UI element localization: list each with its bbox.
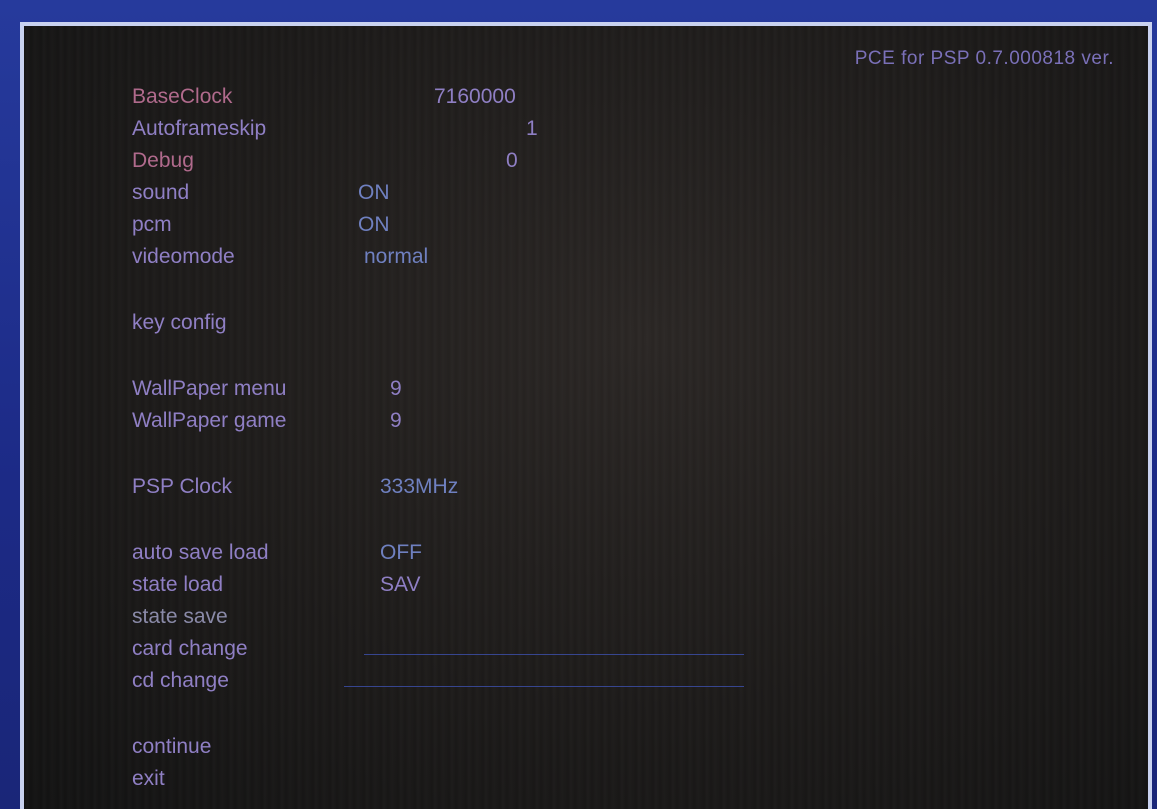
menu-item-videomode[interactable]: videomode normal — [132, 242, 792, 272]
menu-item-auto-save-load[interactable]: auto save load OFF — [132, 538, 792, 568]
menu-item-label: exit — [132, 767, 165, 790]
menu-item-label: BaseClock — [132, 85, 233, 108]
menu-item-label: WallPaper game — [132, 409, 287, 432]
menu-item-label: Debug — [132, 149, 194, 172]
menu-item-value: normal — [364, 245, 429, 268]
separator-line — [344, 686, 744, 687]
menu-item-wallpaper-game[interactable]: WallPaper game 9 — [132, 406, 792, 436]
menu-item-wallpaper-menu[interactable]: WallPaper menu 9 — [132, 374, 792, 404]
menu-item-autoframeskip[interactable]: Autoframeskip 1 — [132, 114, 792, 144]
menu-item-value: 1 — [526, 117, 538, 140]
menu-item-label: PSP Clock — [132, 475, 232, 498]
menu-item-state-save[interactable]: state save — [132, 602, 792, 632]
menu-item-label: state load — [132, 573, 224, 596]
menu-item-continue[interactable]: continue — [132, 732, 792, 762]
menu-item-sound[interactable]: sound ON — [132, 178, 792, 208]
menu-item-value: 0 — [506, 149, 518, 172]
menu-item-value: OFF — [380, 541, 422, 564]
menu-item-label: WallPaper menu — [132, 377, 287, 400]
menu-item-value: 9 — [390, 377, 402, 400]
separator-line — [364, 654, 744, 655]
menu-item-key-config[interactable]: key config — [132, 308, 792, 338]
menu-item-value: 9 — [390, 409, 402, 432]
menu-item-label: card change — [132, 637, 248, 660]
menu-item-value: 7160000 — [434, 85, 516, 108]
menu-item-pcm[interactable]: pcm ON — [132, 210, 792, 240]
menu-item-label: continue — [132, 735, 212, 758]
menu-item-debug[interactable]: Debug 0 — [132, 146, 792, 176]
menu-item-label: state save — [132, 605, 228, 628]
menu-item-value: ON — [358, 181, 390, 204]
menu-item-label: auto save load — [132, 541, 269, 564]
menu-item-baseclock[interactable]: BaseClock 7160000 — [132, 82, 792, 112]
menu-item-card-change[interactable]: card change — [132, 634, 792, 664]
menu-item-label: sound — [132, 181, 190, 204]
menu-item-label: cd change — [132, 669, 229, 692]
menu-item-value: ON — [358, 213, 390, 236]
menu-item-label: key config — [132, 311, 227, 334]
menu-item-exit[interactable]: exit — [132, 764, 792, 794]
menu-item-value: SAV — [380, 573, 421, 596]
menu-item-label: videomode — [132, 245, 235, 268]
menu-item-value: 333MHz — [380, 475, 459, 498]
menu-item-label: Autoframeskip — [132, 117, 267, 140]
settings-menu: BaseClock 7160000 Autoframeskip 1 Debug … — [24, 26, 1148, 809]
psp-frame: PCE for PSP 0.7.000818 ver. BaseClock 71… — [0, 0, 1157, 809]
menu-item-cd-change[interactable]: cd change — [132, 666, 792, 696]
menu-item-state-load[interactable]: state load SAV — [132, 570, 792, 600]
emulator-screen: PCE for PSP 0.7.000818 ver. BaseClock 71… — [20, 22, 1152, 809]
menu-item-label: pcm — [132, 213, 172, 236]
menu-item-psp-clock[interactable]: PSP Clock 333MHz — [132, 472, 792, 502]
